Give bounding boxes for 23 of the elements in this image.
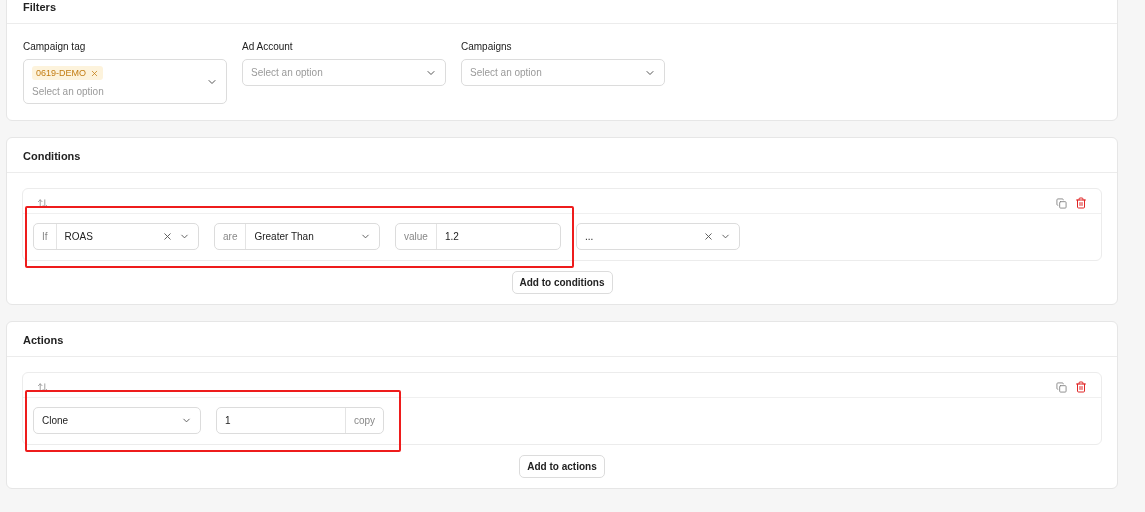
duplicate-icon[interactable] <box>1056 197 1067 209</box>
section-title: Filters <box>7 0 1117 24</box>
field-label: Campaigns <box>461 41 513 52</box>
remove-icon[interactable] <box>90 68 100 78</box>
sort-icon[interactable] <box>37 381 48 393</box>
duplicate-icon[interactable] <box>1056 381 1067 393</box>
input-field[interactable]: 1 copy <box>216 407 384 434</box>
select-field[interactable]: ... <box>576 223 740 250</box>
section-title: Conditions <box>7 138 1117 173</box>
delete-icon[interactable] <box>1075 197 1087 209</box>
clear-icon[interactable] <box>162 231 173 242</box>
add-button[interactable]: Add to actions <box>519 455 605 478</box>
field-label: Ad Account <box>242 41 294 52</box>
add-button[interactable]: Add to conditions <box>511 271 613 294</box>
sort-icon[interactable] <box>37 197 48 209</box>
select-field[interactable]: are Greater Than <box>214 223 380 250</box>
field-label: Campaign tag <box>23 41 87 52</box>
input-field[interactable]: value 1.2 <box>395 223 561 250</box>
select-field[interactable]: Clone <box>33 407 201 434</box>
select-field[interactable]: If ROAS <box>33 223 199 250</box>
section-title: Actions <box>7 322 1117 357</box>
clear-icon[interactable] <box>703 231 714 242</box>
delete-icon[interactable] <box>1075 381 1087 393</box>
